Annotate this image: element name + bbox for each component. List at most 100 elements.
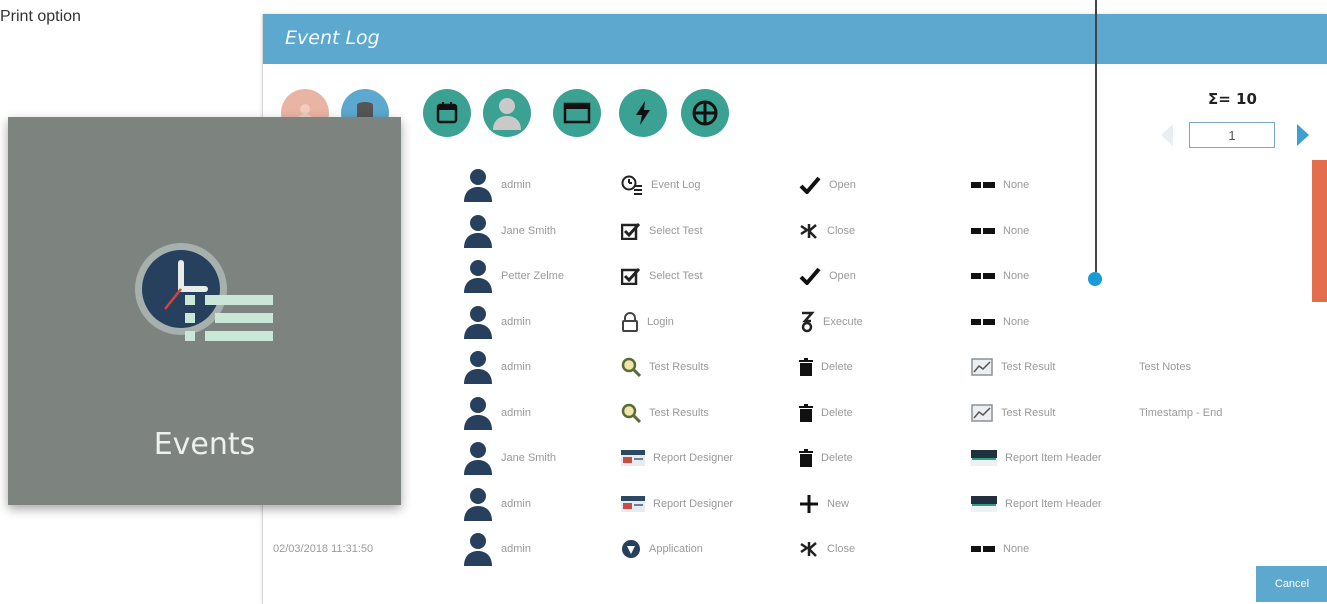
close-arrow-icon: [799, 222, 819, 240]
lock-icon: [621, 311, 639, 332]
user-cell: Jane Smith: [463, 435, 556, 481]
table-row[interactable]: admin Report Designer New Report Item Heade…: [263, 481, 1303, 527]
table-row[interactable]: Petter Zelme Select Test Open None: [263, 253, 1303, 299]
action-cell-text: Delete: [821, 406, 853, 419]
detail-cell-text: Test Notes: [1139, 361, 1191, 373]
module-cell-text: Event Log: [651, 179, 701, 191]
window-titlebar: Event Log: [263, 14, 1327, 64]
user-cell-text: admin: [501, 497, 531, 510]
object-cell-text: None: [1003, 543, 1030, 555]
object-cell: Report Item Header: [971, 481, 1102, 527]
action-cell: Close: [799, 208, 855, 254]
user-avatar-icon: [463, 487, 493, 521]
user-cell-text: Petter Zelme: [501, 270, 564, 282]
dash-icon: [971, 181, 995, 189]
window-icon: [563, 102, 591, 124]
close-arrow-icon: [799, 540, 819, 558]
user-avatar-icon: [463, 396, 493, 430]
callout-label: Print option: [0, 8, 81, 25]
action-cell: Execute: [799, 299, 863, 345]
module-cell: Test Results: [621, 344, 709, 390]
user-filter-button[interactable]: [483, 89, 531, 137]
table-row[interactable]: admin Test Results Delete Test Result Test N…: [263, 344, 1303, 390]
action-cell: Open: [799, 253, 856, 299]
action-cell-text: New: [827, 497, 850, 510]
check-icon: [799, 176, 821, 194]
scrollbar-thumb[interactable]: [1312, 160, 1327, 302]
object-cell-text: Report Item Header: [1005, 497, 1102, 510]
prev-page-icon[interactable]: [1161, 124, 1173, 146]
report-icon: [621, 450, 645, 466]
table-row[interactable]: admin Test Results Delete Test Result Timest…: [263, 390, 1303, 436]
dash-icon: [971, 227, 995, 235]
execute-icon: [799, 311, 815, 333]
detail-cell-text: Timestamp - End: [1139, 406, 1223, 419]
calendar-filter-button[interactable]: [423, 89, 471, 137]
module-cell: Login: [621, 299, 674, 345]
detail-cell: Test Notes: [1139, 344, 1191, 390]
table-row[interactable]: admin Event Log Open None: [263, 162, 1303, 208]
module-cell-text: Login: [647, 315, 674, 328]
user-avatar-icon: [463, 305, 493, 339]
magnifier-icon: [621, 403, 641, 423]
table-row[interactable]: Jane Smith Report Designer Delete Report It…: [263, 435, 1303, 481]
action-cell: Delete: [799, 435, 853, 481]
next-page-icon[interactable]: [1297, 124, 1309, 146]
chart-icon: [971, 358, 993, 376]
action-cell-text: Close: [827, 224, 856, 237]
callout-leader-line: [1095, 0, 1097, 272]
detail-cell: Timestamp - End: [1139, 390, 1222, 436]
table-row[interactable]: Jane Smith Select Test Close None: [263, 208, 1303, 254]
object-cell-text: Report Item Header: [1005, 452, 1102, 464]
timestamp-cell-text: 02/03/2018 11:31:50: [273, 543, 374, 555]
object-cell: Test Result: [971, 344, 1055, 390]
module-cell-text: Select Test: [649, 224, 703, 237]
target-filter-button[interactable]: [681, 89, 729, 137]
action-cell-text: Execute: [823, 315, 863, 328]
module-cell-text: Application: [649, 543, 703, 555]
module-cell: Application: [621, 526, 703, 572]
user-icon: [493, 98, 521, 130]
dash-icon: [971, 272, 995, 280]
events-tile[interactable]: Events: [8, 117, 401, 505]
object-cell: None: [971, 526, 1029, 572]
module-cell-text: Select Test: [649, 270, 703, 282]
object-cell-text: None: [1003, 315, 1030, 328]
action-cell-text: Delete: [821, 361, 853, 373]
window-title: Event Log: [285, 27, 380, 49]
object-cell: None: [971, 208, 1029, 254]
user-cell: admin: [463, 390, 531, 436]
user-avatar-icon: [463, 350, 493, 384]
lightning-icon: [636, 101, 650, 125]
table-row[interactable]: 02/03/2018 11:31:50 admin Application Close…: [263, 526, 1303, 572]
page-number-input[interactable]: [1189, 122, 1275, 148]
action-cell: Open: [799, 162, 856, 208]
module-cell-text: Test Results: [649, 406, 709, 419]
window-filter-button[interactable]: [553, 89, 601, 137]
module-cell: Test Results: [621, 390, 709, 436]
dash-icon: [971, 318, 995, 326]
user-cell-text: admin: [501, 406, 531, 419]
object-cell: None: [971, 162, 1029, 208]
cancel-button[interactable]: Cancel: [1256, 566, 1327, 602]
lightning-filter-button[interactable]: [619, 89, 667, 137]
user-avatar-icon: [463, 441, 493, 475]
report-icon: [621, 495, 645, 512]
events-clock-icon: [135, 243, 273, 341]
header-icon: [971, 495, 997, 512]
object-cell: None: [971, 299, 1029, 345]
user-avatar-icon: [463, 214, 493, 248]
object-cell: None: [971, 253, 1029, 299]
action-cell: New: [799, 481, 849, 527]
user-avatar-icon: [463, 532, 493, 566]
events-label: Events: [153, 427, 256, 462]
magnifier-icon: [621, 357, 641, 377]
record-count: Σ= 10: [1208, 90, 1257, 108]
timestamp-cell: 02/03/2018 11:31:50: [273, 526, 373, 572]
module-cell: Select Test: [621, 253, 703, 299]
check-icon: [799, 267, 821, 285]
checkbox-icon: [621, 222, 641, 240]
module-cell: Event Log: [621, 162, 701, 208]
object-cell: Test Result: [971, 390, 1055, 436]
table-row[interactable]: admin Login Execute None: [263, 299, 1303, 345]
